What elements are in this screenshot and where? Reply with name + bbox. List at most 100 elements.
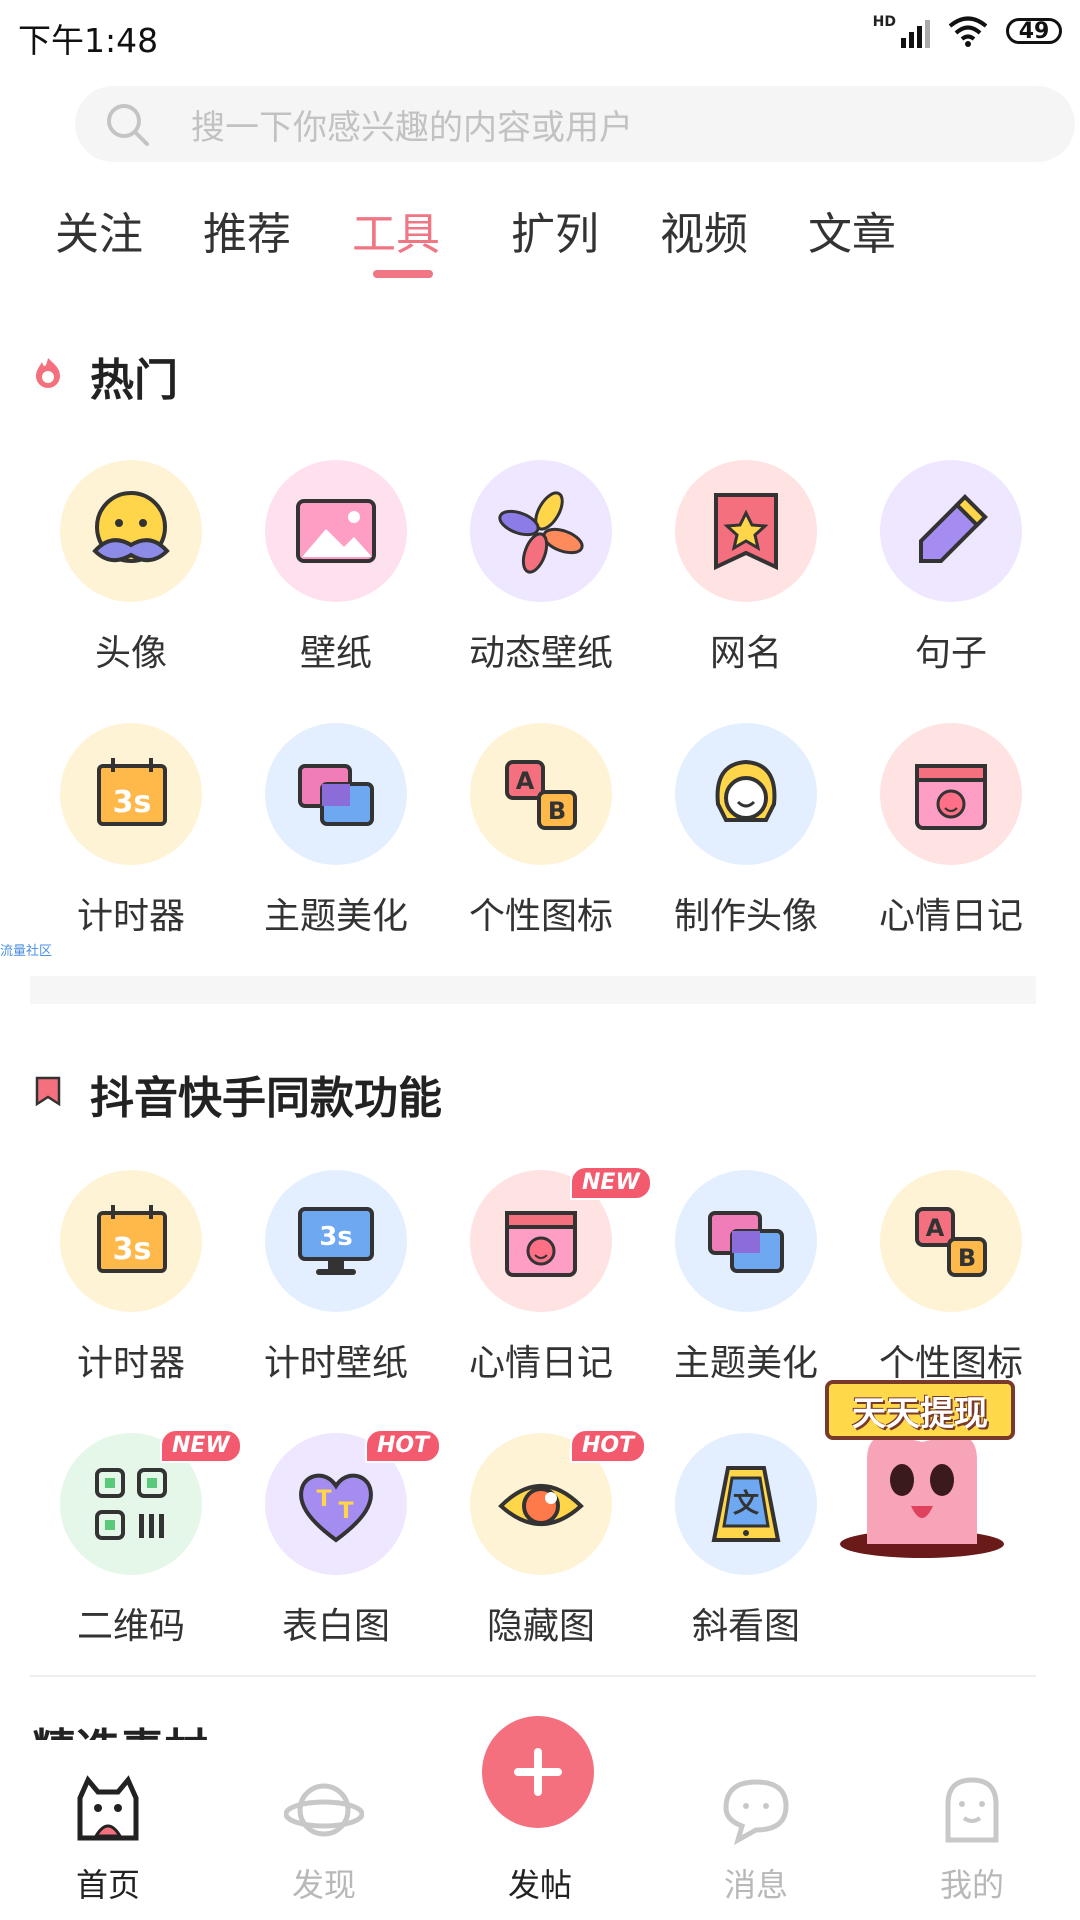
pencil-icon: [919, 494, 988, 563]
tool-avatar[interactable]: 头像: [20, 460, 220, 690]
mood-calendar-icon: [915, 764, 987, 830]
tool-label: 壁纸: [299, 633, 372, 674]
tool-custom-icon[interactable]: A B 个性图标: [430, 723, 630, 953]
wifi-icon: [948, 16, 988, 47]
tool-label: 网名: [709, 633, 782, 674]
svg-text:文: 文: [733, 1488, 760, 1519]
tab-friends[interactable]: 扩列: [511, 198, 599, 262]
tab-recommend[interactable]: 推荐: [203, 198, 291, 262]
tool-label: 心情日记: [468, 1343, 613, 1384]
tool-label: 斜看图: [691, 1606, 800, 1647]
promo-label: 天天提现: [825, 1380, 1015, 1440]
tool-label: 动态壁纸: [468, 633, 613, 674]
tool-label: 主题美化: [263, 896, 408, 937]
nav-label: 消息: [723, 1866, 788, 1904]
tab-article[interactable]: 文章: [808, 198, 896, 262]
eye-icon: [498, 1484, 584, 1526]
custom-icon-circle: A B: [470, 723, 612, 865]
nav-messages[interactable]: 消息: [648, 1740, 864, 1920]
tab-tools[interactable]: 工具: [352, 198, 440, 262]
tab-follow[interactable]: 关注: [55, 198, 143, 262]
tool-label: 制作头像: [673, 896, 818, 937]
hot-section-title: 热门: [90, 355, 178, 406]
tool-custom-icon[interactable]: A B 个性图标: [840, 1170, 1040, 1400]
tool-theme[interactable]: 主题美化: [635, 1170, 835, 1400]
svg-text:B: B: [958, 1244, 976, 1272]
status-icons: HD 49: [873, 14, 1062, 48]
tool-timer[interactable]: 3s 计时器: [20, 723, 220, 953]
planet-icon: [284, 1783, 364, 1837]
tool-qr-code[interactable]: NEW 二维码: [20, 1429, 242, 1663]
battery-indicator: 49: [1006, 18, 1062, 44]
svg-text:T: T: [338, 1499, 353, 1524]
svg-text:A: A: [516, 767, 535, 795]
bookmark-icon: [35, 1076, 61, 1107]
cash-withdraw-promo[interactable]: 天天提现: [825, 1380, 1015, 1560]
svg-text:A: A: [926, 1214, 945, 1242]
tool-sentence[interactable]: 句子: [840, 460, 1040, 690]
girl-face-icon: [715, 759, 777, 822]
overlapping-cards-icon: [708, 1211, 784, 1273]
plus-icon: [514, 1748, 562, 1796]
profile-ghost-icon: [945, 1777, 999, 1843]
nickname-circle: [675, 460, 817, 602]
timer-circle: 3s: [60, 723, 202, 865]
network-label: HD: [872, 14, 896, 30]
tool-make-avatar[interactable]: 制作头像: [635, 723, 835, 953]
pinwheel-icon: [498, 491, 584, 574]
ab-swap-icon: A B: [505, 760, 577, 830]
tool-hidden-image[interactable]: HOT 隐藏图: [430, 1429, 647, 1663]
tool-live-wallpaper[interactable]: 动态壁纸: [430, 460, 630, 690]
flame-icon: [36, 358, 60, 388]
tool-mood-diary[interactable]: 心情日记: [840, 723, 1040, 953]
mood-diary-circle: [880, 723, 1022, 865]
tool-timer-wallpaper[interactable]: 3s 计时壁纸: [225, 1170, 425, 1400]
search-bar[interactable]: 搜一下你感兴趣的内容或用户: [75, 86, 1075, 162]
monitor-3s-icon: 3s: [298, 1207, 374, 1275]
tab-video[interactable]: 视频: [660, 198, 748, 262]
live-wallpaper-circle: [470, 460, 612, 602]
active-tab-indicator: [373, 270, 433, 278]
timer-circle: 3s: [60, 1170, 202, 1312]
tool-label: 头像: [94, 633, 167, 674]
nav-discover[interactable]: 发现: [216, 1740, 432, 1920]
tool-nickname[interactable]: 网名: [635, 460, 835, 690]
svg-text:3s: 3s: [113, 1232, 152, 1267]
calendar-3s-icon: 3s: [97, 1205, 167, 1273]
phone-wen-icon: 文: [711, 1466, 781, 1542]
tool-theme[interactable]: 主题美化: [225, 723, 425, 953]
tool-confession-image[interactable]: T T HOT 表白图: [225, 1429, 442, 1663]
chat-bubble-icon: [723, 1779, 789, 1846]
svg-text:B: B: [548, 797, 566, 825]
tool-oblique-image[interactable]: 文 斜看图: [635, 1433, 835, 1663]
tool-label: 主题美化: [673, 1343, 818, 1384]
tool-mood-diary[interactable]: NEW 心情日记: [430, 1166, 652, 1400]
qr-code-icon: [95, 1468, 167, 1540]
picture-icon: [296, 499, 376, 563]
nav-home[interactable]: 首页: [0, 1740, 216, 1920]
search-placeholder: 搜一下你感兴趣的内容或用户: [191, 107, 633, 148]
tool-timer[interactable]: 3s 计时器: [20, 1170, 220, 1400]
oblique-image-circle: 文: [675, 1433, 817, 1575]
mood-calendar-icon: [505, 1211, 577, 1277]
tool-label: 二维码: [76, 1606, 185, 1647]
overlapping-cards-icon: [298, 764, 374, 826]
tool-label: 计时器: [76, 896, 185, 937]
douyin-section-title: 抖音快手同款功能: [90, 1073, 442, 1124]
svg-text:3s: 3s: [113, 785, 152, 820]
svg-text:T: T: [316, 1487, 331, 1512]
tool-label: 计时器: [76, 1343, 185, 1384]
home-mascot-icon: [77, 1775, 139, 1841]
nav-profile[interactable]: 我的: [864, 1740, 1080, 1920]
wallpaper-circle: [265, 460, 407, 602]
pink-ghost-mascot-icon: [840, 1435, 1004, 1558]
section-divider: [30, 976, 1036, 1004]
tool-label: 句子: [914, 633, 987, 674]
nav-label: 发现: [291, 1866, 356, 1904]
star-bookmark-icon: [714, 493, 778, 571]
tool-wallpaper[interactable]: 壁纸: [225, 460, 425, 690]
nav-label: 发帖: [507, 1866, 572, 1904]
post-button[interactable]: [482, 1716, 594, 1828]
search-icon: [107, 104, 149, 146]
tool-label: 计时壁纸: [263, 1343, 408, 1384]
